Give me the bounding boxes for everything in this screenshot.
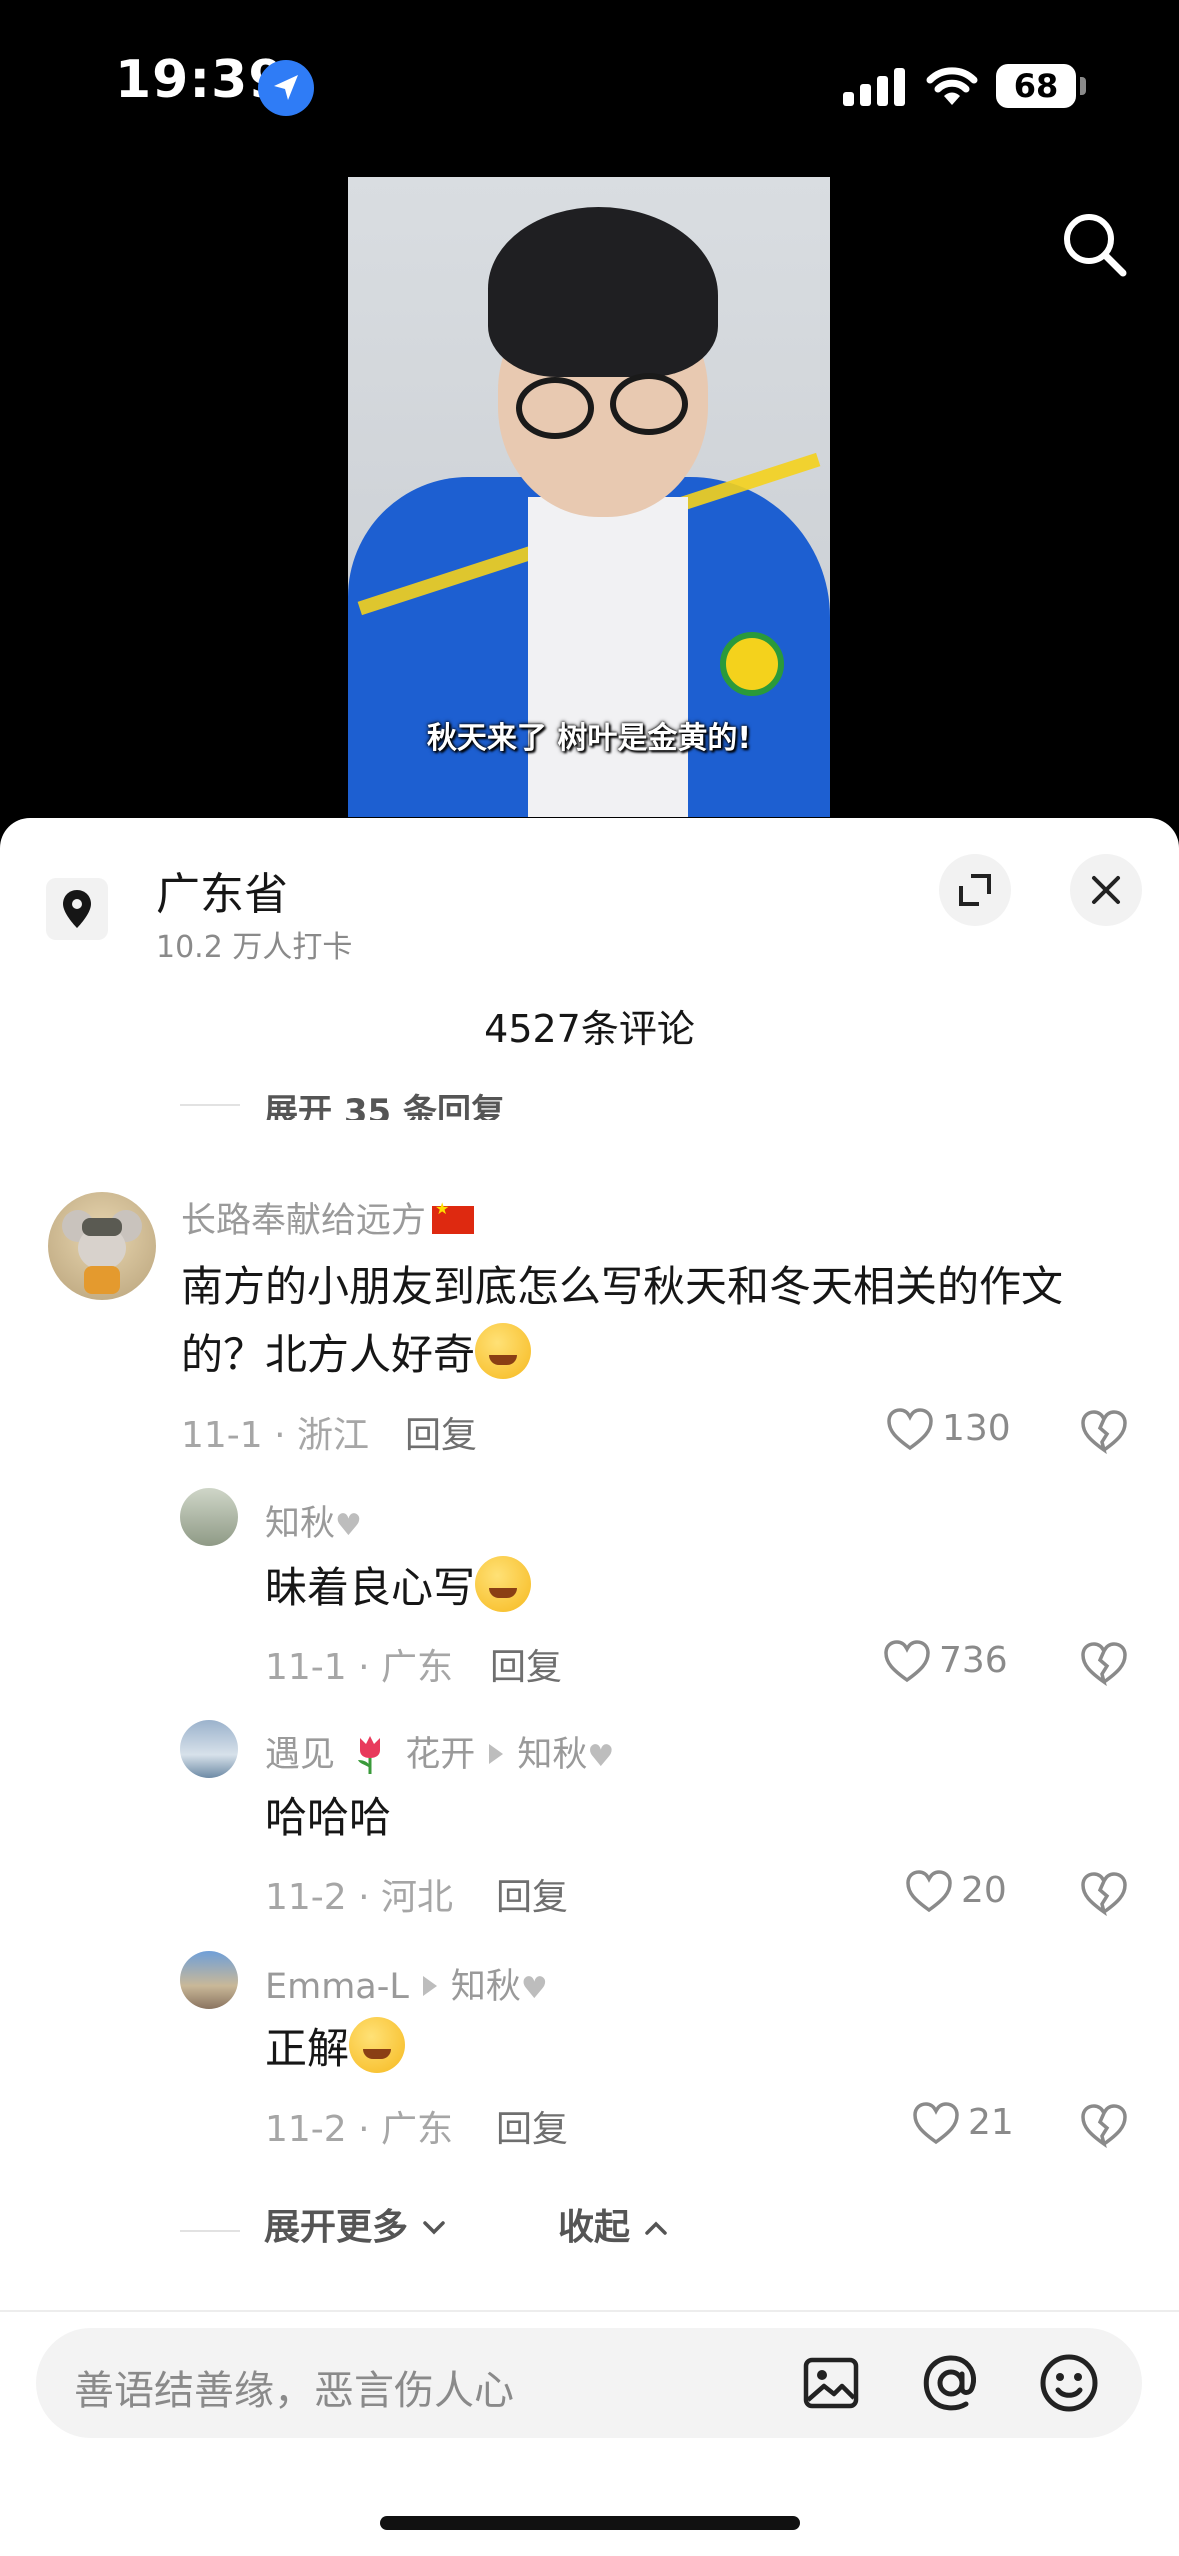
like-count: 130 [942, 1408, 1011, 1449]
dislike-broken-heart-icon[interactable] [1080, 2102, 1128, 2150]
comment-input[interactable]: 善语结善缘，恶言伤人心 [36, 2328, 1142, 2438]
video-player[interactable]: 秋天来了 树叶是金黄的! [348, 177, 830, 817]
battery-cap [1080, 77, 1086, 95]
video-caption: 秋天来了 树叶是金黄的! [426, 721, 752, 756]
comment-body: 南方的小朋友到底怎么写秋天和冬天相关的作文的？北方人好奇 [181, 1262, 1064, 1379]
heart-badge-icon: ♥ [335, 1508, 362, 1543]
avatar[interactable] [180, 1951, 238, 2009]
location-title[interactable]: 广东省 [156, 858, 288, 922]
mouse-character-avatar-image [62, 1210, 142, 1294]
tulip-emoji-icon [352, 1734, 388, 1774]
comment-sheet: 广东省 10.2 万人打卡 4527条评论 展开 35 条回复 长路奉献给远方 … [0, 818, 1179, 2556]
at-mention-icon[interactable] [918, 2350, 984, 2416]
comment-count: 4527条评论 [484, 1007, 695, 1051]
username-text: Emma-L [265, 1967, 409, 2007]
like-button[interactable]: 130 [886, 1406, 1026, 1456]
username-text: 知秋 [265, 1504, 336, 1544]
curious-face-emoji-icon [475, 1323, 532, 1379]
china-flag-icon [432, 1199, 475, 1234]
location-pin-icon[interactable] [46, 878, 108, 940]
home-indicator[interactable] [380, 2516, 800, 2530]
reply-text[interactable]: 哈哈哈 [265, 1784, 391, 1852]
reply-text[interactable]: 正解 [265, 2015, 406, 2083]
comment-input-placeholder: 善语结善缘，恶言伤人心 [74, 2368, 514, 2414]
search-icon[interactable] [1055, 205, 1135, 285]
heart-badge-icon: ♥ [520, 1971, 548, 2006]
divider-line [180, 1104, 240, 1106]
heart-icon [887, 1408, 933, 1451]
collapse-label: 收起 [558, 2207, 631, 2248]
dislike-broken-heart-icon[interactable] [1080, 1870, 1128, 1918]
laughing-crying-emoji-icon [475, 1556, 532, 1612]
reply-to-username[interactable]: 知秋 [517, 1735, 587, 1775]
peek-expand-replies[interactable]: 展开 35 条回复 [180, 1080, 780, 1120]
reply-date-location: 11-2 · 河北 [265, 1877, 454, 1918]
reply-body: 昧着良心写 [265, 1563, 476, 1612]
laughing-crying-emoji-icon [349, 2017, 406, 2073]
expand-icon [959, 874, 991, 906]
collapse-button[interactable]: 收起 [558, 2198, 669, 2250]
expand-more-button[interactable]: 展开更多 [264, 2198, 447, 2250]
avatar[interactable] [180, 1488, 238, 1546]
comment-username[interactable]: 长路奉献给远方 [181, 1192, 475, 1243]
close-button[interactable] [1070, 854, 1142, 926]
username-text: 遇见 [265, 1735, 336, 1775]
reply-to-username[interactable]: 知秋 [451, 1967, 521, 2007]
reply-to-arrow-icon [422, 1976, 437, 1996]
battery-icon: 68 [996, 64, 1076, 108]
comment-date-location: 11-1 · 浙江 [181, 1415, 370, 1456]
avatar[interactable] [48, 1192, 156, 1300]
expand-fullscreen-button[interactable] [939, 854, 1011, 926]
video-figure-badge [720, 632, 784, 696]
thread-controls: 展开更多 收起 [180, 2198, 780, 2258]
image-icon[interactable] [798, 2350, 864, 2416]
like-button[interactable]: 21 [912, 2100, 1032, 2150]
like-count: 20 [961, 1870, 1007, 1911]
chevron-up-icon [644, 2221, 667, 2235]
comment-text[interactable]: 南方的小朋友到底怎么写秋天和冬天相关的作文的？北方人好奇 [181, 1253, 1121, 1389]
reply-username[interactable]: 遇见 花开 知秋♥ [265, 1726, 614, 1777]
heart-badge-icon: ♥ [587, 1739, 615, 1774]
avatar[interactable] [180, 1720, 238, 1778]
like-button[interactable]: 736 [883, 1638, 1023, 1688]
emoji-icon[interactable] [1036, 2350, 1102, 2416]
reply-button[interactable]: 回复 [496, 1868, 568, 1920]
reply-text[interactable]: 昧着良心写 [265, 1554, 532, 1622]
like-button[interactable]: 20 [905, 1868, 1025, 1918]
location-checkin-count: 10.2 万人打卡 [156, 930, 353, 965]
heart-icon [906, 1870, 952, 1913]
expand-more-label: 展开更多 [264, 2207, 409, 2248]
status-bar: 19:39 68 [0, 0, 1179, 170]
dislike-broken-heart-icon[interactable] [1080, 1408, 1128, 1456]
peek-expand-label: 展开 35 条回复 [264, 1092, 505, 1120]
video-figure-hair [488, 207, 718, 377]
wifi-icon [926, 67, 978, 105]
cellular-signal-icon [843, 66, 905, 106]
reply-username[interactable]: Emma-L 知秋♥ [265, 1958, 548, 2009]
like-count: 21 [968, 2102, 1014, 2143]
username-suffix: 花开 [405, 1735, 476, 1775]
heart-icon [884, 1640, 930, 1683]
chevron-down-icon [422, 2221, 445, 2235]
reply-date-location: 11-1 · 广东 [265, 1647, 454, 1688]
username-text: 长路奉献给远方 [181, 1201, 427, 1241]
reply-button[interactable]: 回复 [490, 1638, 562, 1690]
reply-username[interactable]: 知秋♥ [265, 1495, 362, 1546]
divider-line [180, 2230, 240, 2232]
location-arrow-icon [258, 60, 314, 116]
video-figure-shirt [528, 497, 688, 817]
reply-date-location: 11-2 · 广东 [265, 2109, 454, 2150]
reply-button[interactable]: 回复 [405, 1406, 477, 1458]
video-figure-glasses [516, 377, 594, 439]
reply-button[interactable]: 回复 [496, 2100, 568, 2152]
dislike-broken-heart-icon[interactable] [1080, 1640, 1128, 1688]
divider [0, 2310, 1179, 2312]
reply-to-arrow-icon [489, 1744, 504, 1764]
like-count: 736 [939, 1640, 1008, 1681]
close-icon [1092, 876, 1120, 904]
reply-body: 哈哈哈 [265, 1793, 392, 1842]
reply-body: 正解 [265, 2024, 350, 2073]
video-figure-glasses [610, 373, 688, 435]
heart-icon [913, 2102, 959, 2145]
